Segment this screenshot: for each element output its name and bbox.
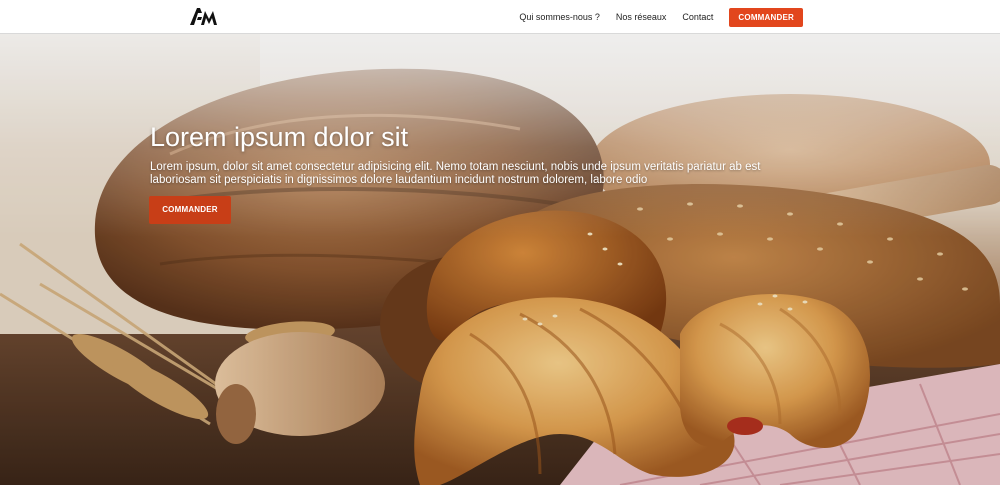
main-nav: Qui sommes-nous ? Nos réseaux Contact CO… — [519, 7, 803, 27]
site-logo[interactable] — [190, 7, 218, 26]
page: Qui sommes-nous ? Nos réseaux Contact CO… — [0, 0, 1000, 485]
hero-section — [0, 34, 1000, 485]
am-monogram-logo-icon — [190, 8, 217, 25]
hero-content: Lorem ipsum dolor sit Lorem ipsum, dolor… — [150, 122, 830, 187]
nav-link-contact[interactable]: Contact — [682, 12, 713, 22]
header-order-button[interactable]: COMMANDER — [729, 7, 803, 27]
hero-order-button[interactable]: COMMANDER — [149, 196, 231, 224]
nav-link-networks[interactable]: Nos réseaux — [616, 12, 667, 22]
nav-link-about[interactable]: Qui sommes-nous ? — [519, 12, 600, 22]
site-header: Qui sommes-nous ? Nos réseaux Contact CO… — [0, 0, 1000, 34]
hero-description: Lorem ipsum, dolor sit amet consectetur … — [150, 161, 761, 186]
bakery-background-image — [0, 34, 1000, 485]
hero-title: Lorem ipsum dolor sit — [150, 122, 409, 152]
